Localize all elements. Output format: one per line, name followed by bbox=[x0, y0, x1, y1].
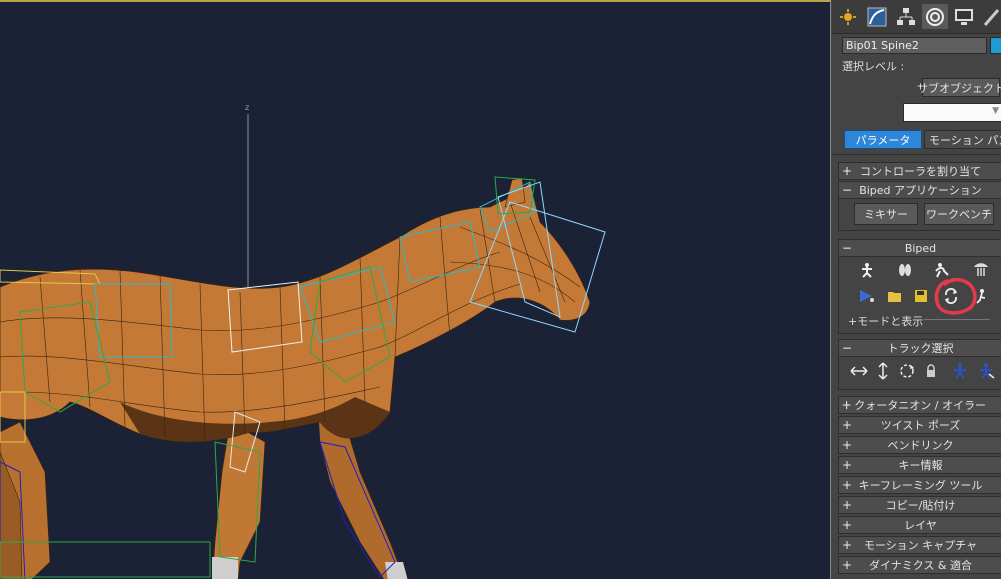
chevron-down-icon: ▼ bbox=[992, 106, 999, 116]
symmetrical-icon[interactable] bbox=[950, 362, 970, 380]
rollout-title: トラック選択 bbox=[887, 342, 954, 355]
highlight-circle-annotation bbox=[934, 277, 977, 315]
expand-icon: + bbox=[841, 478, 853, 492]
motion-icon[interactable] bbox=[922, 4, 948, 29]
rollout-title: クォータニオン / オイラー bbox=[854, 399, 986, 412]
command-panel: Bip01 Spine2 選択レベル : サブオブジェクト ▼ パラメータ モー… bbox=[832, 0, 1001, 579]
display-icon[interactable] bbox=[951, 4, 977, 29]
playback-icon[interactable] bbox=[857, 287, 877, 305]
perspective-viewport[interactable]: z bbox=[0, 0, 831, 579]
rollout-title: ダイナミクス & 適合 bbox=[868, 559, 973, 572]
create-icon[interactable] bbox=[835, 4, 861, 29]
expand-icon: + bbox=[841, 498, 853, 512]
tab-parameters[interactable]: パラメータ bbox=[844, 130, 922, 149]
rollout-title: Biped アプリケーション bbox=[859, 184, 982, 197]
rollout-title: キー情報 bbox=[898, 459, 943, 472]
expand-icon: + bbox=[841, 438, 853, 452]
rollout-title: コントローラを割り当て bbox=[860, 165, 981, 178]
rollout-motion-capture[interactable]: + モーション キャプチャ bbox=[838, 536, 1001, 554]
rollout-title: Biped bbox=[904, 241, 937, 255]
body-horizontal-icon[interactable] bbox=[849, 362, 869, 380]
selection-level-label: 選択レベル : bbox=[842, 60, 905, 73]
rollout-title: コピー/貼付け bbox=[885, 499, 956, 512]
z-axis-label: z bbox=[245, 103, 249, 112]
rollout-title: ツイスト ポーズ bbox=[880, 419, 961, 432]
load-file-icon[interactable] bbox=[885, 287, 905, 305]
rollout-dynamics-adaptation[interactable]: + ダイナミクス & 適合 bbox=[838, 556, 1001, 574]
rollout-biped[interactable]: − Biped bbox=[838, 239, 1001, 257]
body-vertical-icon[interactable] bbox=[873, 362, 893, 380]
object-name-field[interactable]: Bip01 Spine2 bbox=[842, 37, 987, 54]
expand-icon: + bbox=[841, 558, 853, 572]
opposite-icon[interactable] bbox=[976, 362, 996, 380]
horse-model-render[interactable]: z bbox=[0, 2, 831, 579]
expand-icon: + bbox=[841, 458, 853, 472]
subobject-dropdown[interactable]: ▼ bbox=[903, 103, 1001, 122]
workbench-button[interactable]: ワークベンチ bbox=[924, 203, 994, 225]
command-panel-tabs bbox=[832, 0, 1001, 34]
rollout-title: モーション キャプチャ bbox=[863, 539, 978, 552]
collapse-icon: − bbox=[841, 241, 853, 255]
save-file-icon[interactable] bbox=[911, 287, 931, 305]
rollout-layers[interactable]: + レイヤ bbox=[838, 516, 1001, 534]
collapse-icon: − bbox=[841, 341, 853, 355]
body-rotation-icon[interactable] bbox=[897, 362, 917, 380]
hierarchy-icon[interactable] bbox=[893, 4, 919, 29]
rollout-title: ベンドリンク bbox=[887, 439, 954, 452]
expand-icon: + bbox=[841, 418, 853, 432]
rollout-track-selection[interactable]: − トラック選択 bbox=[838, 339, 1001, 357]
lock-cob-keys-icon[interactable] bbox=[921, 362, 941, 380]
object-color-swatch[interactable] bbox=[990, 37, 1001, 54]
mixer-button[interactable]: ミキサー bbox=[854, 203, 918, 225]
rollout-twist-poses[interactable]: + ツイスト ポーズ bbox=[838, 416, 1001, 434]
rollout-title: キーフレーミング ツール bbox=[858, 479, 983, 492]
expand-icon: + bbox=[841, 538, 853, 552]
modify-icon[interactable] bbox=[864, 4, 890, 29]
utilities-icon[interactable] bbox=[979, 4, 1001, 29]
rollout-key-info[interactable]: + キー情報 bbox=[838, 456, 1001, 474]
expand-icon: + bbox=[841, 164, 853, 178]
footstep-mode-icon[interactable] bbox=[895, 261, 915, 279]
horse-mesh bbox=[0, 177, 591, 579]
rollout-title: レイヤ bbox=[904, 519, 937, 532]
expand-icon: + bbox=[841, 518, 853, 532]
tab-motion-paths[interactable]: モーション パス bbox=[924, 130, 1001, 149]
collapse-icon: − bbox=[841, 183, 853, 197]
rollout-keyframing-tools[interactable]: + キーフレーミング ツール bbox=[838, 476, 1001, 494]
divider bbox=[832, 154, 1001, 155]
rollout-bend-links[interactable]: + ベンドリンク bbox=[838, 436, 1001, 454]
subobject-button[interactable]: サブオブジェクト bbox=[917, 78, 1001, 97]
rollout-assign-controller[interactable]: + コントローラを割り当て bbox=[838, 162, 1001, 180]
divider bbox=[924, 319, 990, 320]
modes-and-display-toggle[interactable]: +モードと表示 bbox=[848, 313, 923, 329]
rollout-copy-paste[interactable]: + コピー/貼付け bbox=[838, 496, 1001, 514]
rollout-biped-apps[interactable]: − Biped アプリケーション bbox=[838, 181, 1001, 199]
figure-mode-icon[interactable] bbox=[857, 261, 877, 279]
rollout-quaternion-euler[interactable]: + クォータニオン / オイラー bbox=[838, 396, 1001, 414]
expand-icon: + bbox=[841, 398, 852, 412]
